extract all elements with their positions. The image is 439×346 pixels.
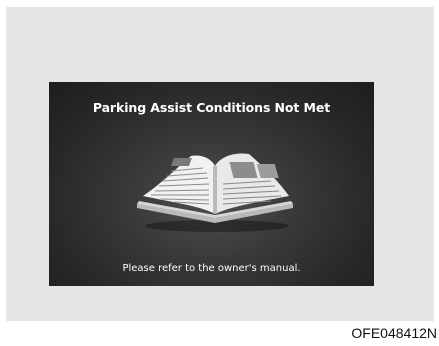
figure-code: OFE048412N bbox=[351, 325, 437, 341]
figure-panel: Parking Assist Conditions Not Met Please… bbox=[6, 7, 434, 321]
warning-message: Please refer to the owner's manual. bbox=[122, 263, 301, 274]
open-book-icon bbox=[137, 153, 293, 232]
cluster-display: Parking Assist Conditions Not Met Please… bbox=[49, 82, 374, 286]
warning-title: Parking Assist Conditions Not Met bbox=[92, 100, 331, 115]
